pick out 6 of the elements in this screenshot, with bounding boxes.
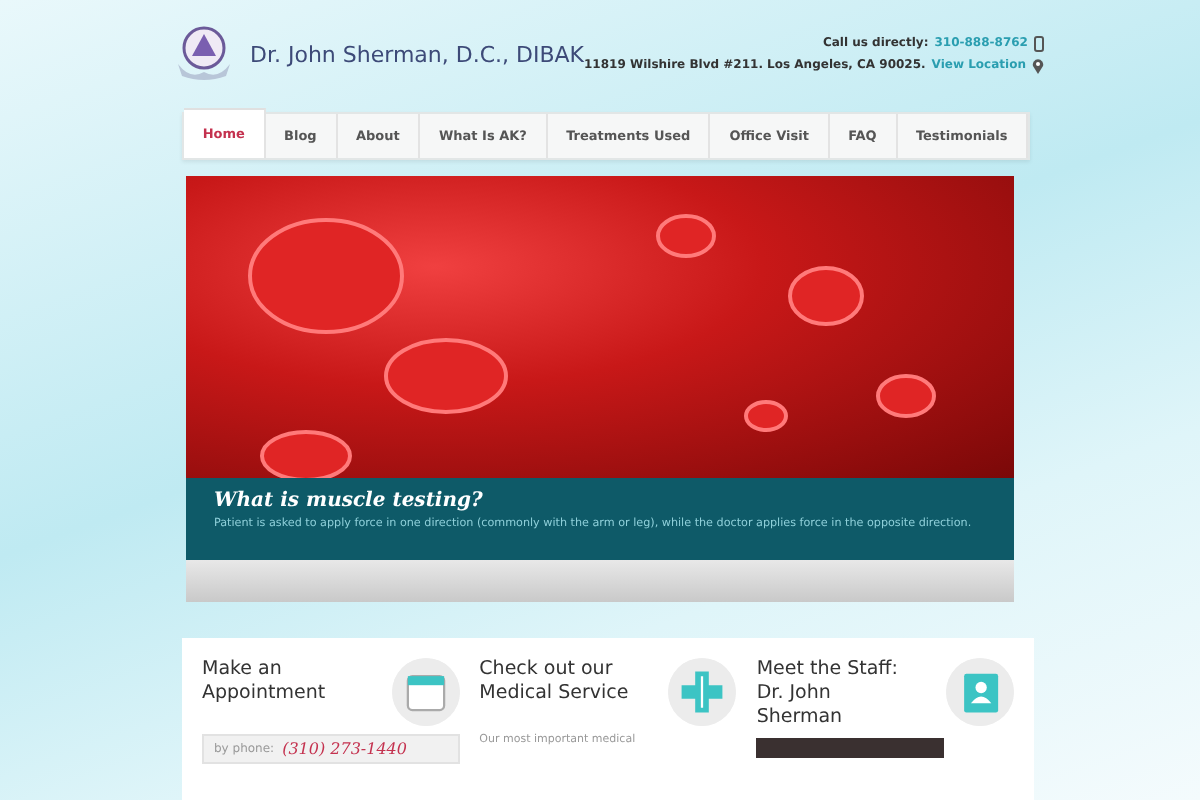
feature-title: Check out our Medical Service	[479, 658, 631, 706]
feature-title: Meet the Staff: Dr. John Sherman	[756, 658, 900, 730]
appointment-phone: (310) 273-1440	[282, 740, 407, 758]
feature-title: Make an Appointment	[202, 658, 328, 706]
caption-title: What is muscle testing?	[214, 490, 485, 512]
site-title: Dr. John Sherman, D.C., DIBAK	[250, 41, 584, 67]
